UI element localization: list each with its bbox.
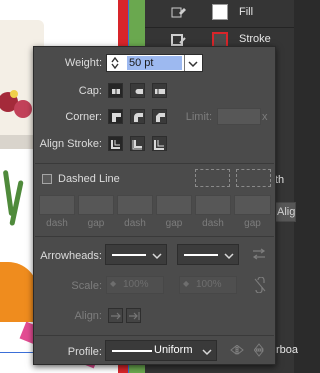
- gap-caption: gap: [244, 218, 261, 229]
- fill-icon: [171, 6, 187, 23]
- profile-value: Uniform: [154, 344, 193, 356]
- dash-caption: dash: [202, 218, 224, 229]
- link-scale-icon[interactable]: [254, 276, 266, 296]
- dashed-line-label: Dashed Line: [58, 173, 120, 185]
- flip-vertical-icon[interactable]: [253, 343, 265, 360]
- limit-label: Limit:: [185, 111, 212, 123]
- gap-input-3[interactable]: [234, 195, 271, 215]
- align-outside-icon: [154, 140, 164, 150]
- profile-select[interactable]: Uniform: [105, 340, 217, 361]
- panel-partial-text: Alig: [277, 206, 296, 218]
- round-cap-icon: [135, 89, 143, 94]
- weight-input[interactable]: 50 pt: [106, 54, 203, 72]
- arrow-place-icon: [129, 312, 140, 320]
- gap-input-2[interactable]: [156, 195, 192, 215]
- butt-cap-button[interactable]: [108, 83, 123, 98]
- projecting-cap-button[interactable]: [152, 83, 167, 98]
- bevel-join-icon: [156, 113, 165, 122]
- weight-value[interactable]: 50 pt: [127, 56, 182, 70]
- stroke-label: Stroke: [239, 33, 271, 45]
- fill-swatch[interactable]: [212, 4, 228, 20]
- gap-caption: gap: [87, 218, 105, 229]
- scale-label: Scale:: [71, 280, 102, 292]
- corner-label: Corner:: [65, 111, 102, 123]
- round-join-button[interactable]: [130, 109, 145, 124]
- bevel-join-button[interactable]: [152, 109, 167, 124]
- fill-label: Fill: [239, 6, 254, 18]
- dash-preserve-button[interactable]: [195, 169, 230, 187]
- miter-join-icon: [112, 113, 121, 122]
- arrow-extend-icon: [111, 312, 121, 320]
- scale-end-input[interactable]: ◆ 100%: [179, 276, 237, 294]
- arrowheads-label: Arrowheads:: [40, 250, 102, 262]
- weight-stepper-icon[interactable]: [110, 56, 120, 72]
- align-inside-button[interactable]: [130, 136, 145, 151]
- dash-input-3[interactable]: [195, 195, 231, 215]
- gap-caption: gap: [165, 218, 183, 229]
- weight-label: Weight:: [64, 57, 102, 69]
- gap-input-1[interactable]: [78, 195, 114, 215]
- dash-caption: dash: [124, 218, 146, 229]
- swap-arrowheads-icon[interactable]: [252, 248, 266, 263]
- divider: [35, 236, 274, 237]
- butt-cap-icon: [112, 87, 120, 96]
- align-outside-button[interactable]: [152, 136, 167, 151]
- arrowhead-none-line: [112, 254, 146, 256]
- dashed-line-checkbox[interactable]: [42, 174, 52, 184]
- miter-join-button[interactable]: [108, 109, 123, 124]
- panel-partial-text: rboa: [276, 344, 299, 356]
- divider: [35, 163, 274, 164]
- profile-preview-line: [112, 350, 152, 352]
- stepper-icon: ◆: [183, 279, 190, 288]
- profile-label: Profile:: [67, 346, 102, 358]
- chevron-down-icon[interactable]: [224, 251, 234, 263]
- fill-row[interactable]: Fill: [145, 0, 294, 28]
- divider: [184, 55, 185, 71]
- dash-caption: dash: [46, 218, 68, 229]
- flip-horizontal-icon[interactable]: [230, 344, 244, 359]
- panel-partial-text: th: [275, 174, 285, 186]
- round-join-icon: [134, 113, 143, 122]
- cap-label: Cap:: [78, 85, 102, 97]
- chevron-down-icon[interactable]: [152, 251, 162, 263]
- align-center-icon: [111, 140, 120, 149]
- scale-start-value: 100%: [123, 279, 149, 290]
- round-cap-button[interactable]: [130, 83, 145, 98]
- projecting-cap-icon: [155, 87, 165, 96]
- arrowhead-none-line: [184, 254, 218, 256]
- arrow-tip-beyond-button[interactable]: [108, 308, 123, 323]
- rose-decoration: [14, 100, 32, 118]
- limit-input[interactable]: [217, 108, 261, 125]
- divider: [35, 335, 274, 336]
- weight-dropdown-icon[interactable]: [188, 59, 198, 71]
- align-center-button[interactable]: [108, 136, 123, 151]
- chevron-down-icon[interactable]: [202, 347, 212, 359]
- limit-unit: x: [262, 111, 268, 123]
- align-stroke-label: Align Stroke:: [39, 138, 102, 150]
- stroke-options-popup: Weight: 50 pt Cap: Corner: Limit: x Alig…: [33, 46, 276, 365]
- dash-input-1[interactable]: [39, 195, 75, 215]
- align-label: Align:: [74, 310, 102, 322]
- scale-end-value: 100%: [196, 279, 222, 290]
- scale-start-input[interactable]: ◆ 100%: [106, 276, 164, 294]
- dash-input-2[interactable]: [117, 195, 153, 215]
- dash-align-corners-button[interactable]: [236, 169, 271, 187]
- arrow-tip-at-end-button[interactable]: [126, 308, 141, 323]
- stepper-icon: ◆: [110, 279, 117, 288]
- align-inside-icon: [132, 140, 142, 150]
- rose-decoration: [10, 90, 18, 98]
